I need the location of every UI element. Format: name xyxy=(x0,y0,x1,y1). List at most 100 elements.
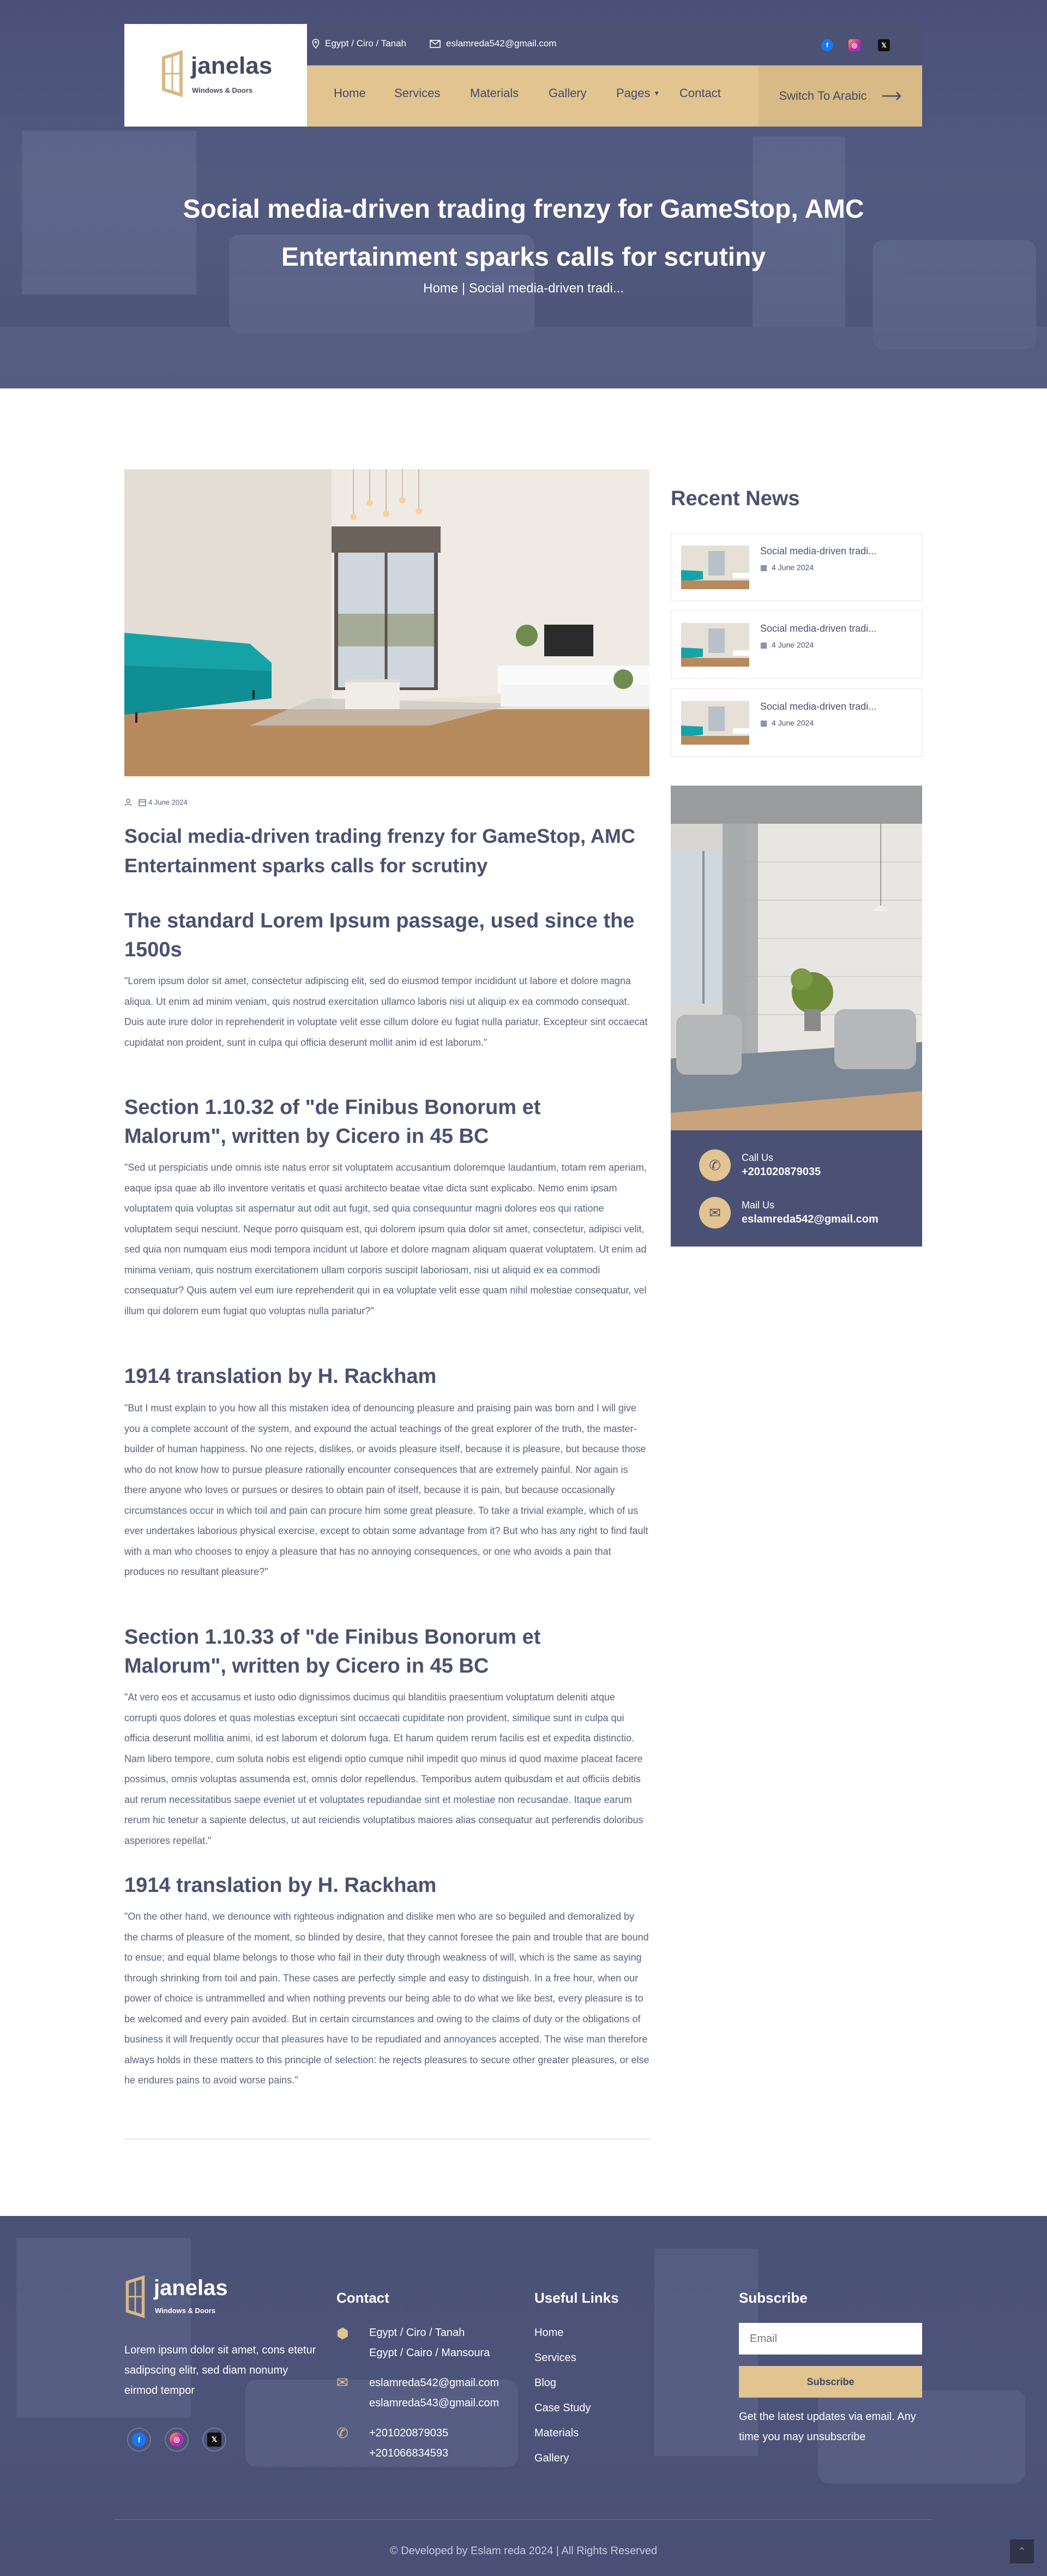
recent-news-item[interactable]: Social media-driven tradi... ▦ 4 June 20… xyxy=(671,533,922,601)
mail-icon: ✉ xyxy=(699,1197,731,1229)
envelope-icon: ✉ xyxy=(336,2374,348,2391)
recent-news-date: ▦ 4 June 2024 xyxy=(760,640,814,650)
footer-links-title: Useful Links xyxy=(534,2290,619,2306)
footer-link-services[interactable]: Services xyxy=(534,2352,576,2364)
nav-pages-label: Pages xyxy=(616,86,651,100)
user-icon xyxy=(124,798,132,806)
arrow-right-icon xyxy=(882,92,901,100)
footer-link-case-study[interactable]: Case Study xyxy=(534,2402,591,2415)
recent-news-date: ▦ 4 June 2024 xyxy=(760,718,814,728)
arrow-up-icon: ⌃ xyxy=(1017,2545,1027,2558)
copyright: © Developed by Eslam reda 2024 | All Rig… xyxy=(389,2545,658,2557)
footer-brand-tagline: Windows & Doors xyxy=(155,2307,216,2315)
recent-news-title-text: Social media-driven tradi... xyxy=(760,546,877,556)
mail-address[interactable]: eslamreda542@gmail.com xyxy=(742,1213,878,1226)
footer-link-gallery[interactable]: Gallery xyxy=(534,2452,569,2465)
x-icon[interactable]: 𝕏 xyxy=(878,39,890,51)
calendar-icon: ▦ xyxy=(760,718,768,727)
footer-logo-icon xyxy=(125,2275,145,2319)
footer-phone-2[interactable]: +201066834593 xyxy=(369,2443,448,2464)
switch-language-label: Switch To Arabic xyxy=(779,89,867,103)
footer-address-2: Egypt / Cairo / Mansoura xyxy=(369,2347,490,2359)
phone-icon: ✆ xyxy=(699,1149,731,1181)
subscribe-note: Get the latest updates via email. Any ti… xyxy=(739,2411,916,2443)
mail-label: Mail Us xyxy=(742,1200,775,1211)
post-meta: 4 June 2024 xyxy=(124,798,188,806)
footer-instagram-icon[interactable]: ◎ xyxy=(165,2428,189,2452)
location-pin-icon: ⬢ xyxy=(336,2325,349,2341)
logo[interactable]: janelas Windows & Doors xyxy=(124,24,307,127)
location-pin-icon xyxy=(312,39,320,49)
footer-email-1[interactable]: eslamreda542@gmail.com xyxy=(369,2373,499,2393)
recent-news-date-text: 4 June 2024 xyxy=(772,563,814,572)
footer-link-home[interactable]: Home xyxy=(534,2327,563,2339)
footer-x-icon[interactable]: 𝕏 xyxy=(202,2428,226,2452)
section-heading: 1914 translation by H. Rackham xyxy=(124,1365,437,1388)
post-image xyxy=(124,469,649,776)
topbar-location-text: Egypt / Ciro / Tanah xyxy=(325,38,406,49)
footer-divider xyxy=(115,2519,932,2520)
subscribe-email-input[interactable] xyxy=(739,2323,922,2355)
call-label: Call Us xyxy=(742,1152,774,1163)
nav-contact[interactable]: Contact xyxy=(679,86,721,100)
section-body: "Sed ut perspiciatis unde omnis iste nat… xyxy=(124,1162,647,1316)
sidebar-contact-box: ✆ Call Us +201020879035 ✉ Mail Us eslamr… xyxy=(671,1130,922,1247)
section-heading: Section 1.10.33 of "de Finibus Bonorum e… xyxy=(124,1626,541,1678)
recent-news-item[interactable]: Social media-driven tradi... ▦ 4 June 20… xyxy=(671,688,922,757)
call-number[interactable]: +201020879035 xyxy=(742,1166,821,1178)
footer-link-blog[interactable]: Blog xyxy=(534,2377,556,2389)
window-logo-icon xyxy=(162,50,183,97)
recent-news-title-text: Social media-driven tradi... xyxy=(760,623,877,634)
topbar-location: Egypt / Ciro / Tanah xyxy=(312,38,406,49)
breadcrumb-home[interactable]: Home xyxy=(423,281,458,296)
phone-icon: ✆ xyxy=(336,2425,348,2441)
section-heading: The standard Lorem Ipsum passage, used s… xyxy=(124,909,635,961)
caret-down-icon: ▼ xyxy=(653,89,660,97)
post-date-text: 4 June 2024 xyxy=(148,798,188,806)
section-heading: 1914 translation by H. Rackham xyxy=(124,1874,437,1897)
section-body: "Lorem ipsum dolor sit amet, consectetur… xyxy=(124,975,648,1048)
footer-link-materials[interactable]: Materials xyxy=(534,2427,579,2440)
recent-news-title-text: Social media-driven tradi... xyxy=(760,701,877,712)
content-divider xyxy=(124,2138,649,2140)
page-title: Social media-driven trading frenzy for G… xyxy=(183,195,864,272)
nav-pages[interactable]: Pages ▼ xyxy=(616,86,660,100)
back-to-top-button[interactable]: ⌃ xyxy=(1010,2539,1034,2563)
recent-news-thumbnail xyxy=(681,546,749,589)
footer-contact-title: Contact xyxy=(336,2290,389,2306)
recent-news-thumbnail xyxy=(681,623,749,667)
section-heading: Section 1.10.32 of "de Finibus Bonorum e… xyxy=(124,1096,541,1148)
subscribe-button[interactable]: Subscribe xyxy=(739,2366,922,2398)
calendar-icon: ▦ xyxy=(760,563,768,572)
post-date: 4 June 2024 xyxy=(139,798,188,806)
switch-language-button[interactable]: Switch To Arabic xyxy=(759,65,922,127)
nav-services[interactable]: Services xyxy=(394,86,440,100)
breadcrumb-separator: | xyxy=(461,281,466,296)
topbar-email[interactable]: eslamreda542@gmail.com xyxy=(430,38,556,49)
brand-name: janelas xyxy=(191,52,273,79)
footer-phone-1[interactable]: +201020879035 xyxy=(369,2423,448,2443)
topbar-email-text: eslamreda542@gmail.com xyxy=(446,38,557,49)
post-title: Social media-driven trading frenzy for G… xyxy=(124,825,635,877)
section-body: "On the other hand, we denounce with rig… xyxy=(124,1911,649,2086)
recent-news-thumbnail xyxy=(681,701,749,745)
calendar-icon: ▦ xyxy=(760,640,768,649)
recent-news-item[interactable]: Social media-driven tradi... ▦ 4 June 20… xyxy=(671,610,922,679)
footer-address-1: Egypt / Ciro / Tanah xyxy=(369,2327,465,2339)
nav-gallery[interactable]: Gallery xyxy=(549,86,587,100)
calendar-icon xyxy=(139,799,146,806)
recent-news-title: Recent News xyxy=(671,487,800,510)
facebook-icon[interactable]: f xyxy=(821,39,833,51)
section-body: "At vero eos et accusamus et iusto odio … xyxy=(124,1692,643,1846)
footer-brand-name: janelas xyxy=(154,2276,228,2300)
instagram-icon[interactable]: ◎ xyxy=(849,39,861,51)
section-body: "But I must explain to you how all this … xyxy=(124,1403,648,1577)
footer-email-2[interactable]: eslamreda543@gmail.com xyxy=(369,2393,499,2413)
recent-news-date-text: 4 June 2024 xyxy=(772,718,814,727)
breadcrumb: Home | Social media-driven tradi... xyxy=(0,281,1047,296)
nav-materials[interactable]: Materials xyxy=(470,86,519,100)
nav-home[interactable]: Home xyxy=(334,86,366,100)
envelope-icon xyxy=(430,39,441,48)
footer-facebook-icon[interactable]: f xyxy=(127,2428,151,2452)
brand-tagline: Windows & Doors xyxy=(192,86,253,94)
